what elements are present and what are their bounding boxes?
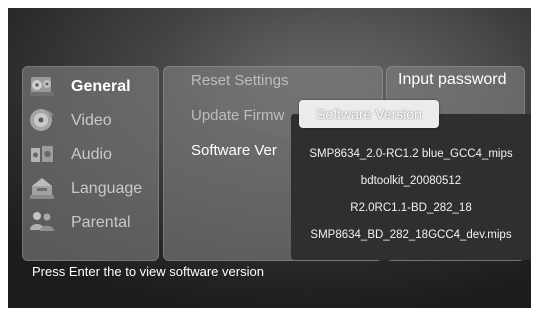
parental-users-icon — [28, 208, 56, 236]
video-disc-icon — [28, 106, 56, 134]
software-version-dialog: Software Version SMP8634_2.0-RC1.2 blue_… — [291, 100, 531, 260]
audio-speaker-icon — [28, 140, 56, 168]
film-reel-icon — [28, 72, 56, 100]
main-menu-panel: General Video Audio Language Parental — [22, 66, 159, 261]
menu-item-video[interactable]: Video — [22, 104, 159, 136]
menu-item-label: Video — [71, 112, 112, 129]
input-password-option[interactable]: Input password — [398, 71, 507, 89]
menu-item-label: Parental — [71, 214, 131, 231]
menu-item-general[interactable]: General — [22, 70, 159, 102]
tv-screen: General Video Audio Language Parental Re… — [8, 8, 531, 308]
version-line: R2.0RC1.1-BD_282_18 — [350, 202, 472, 214]
menu-item-label: General — [71, 78, 131, 95]
globe-language-icon — [28, 174, 56, 202]
submenu-item-update-firmware[interactable]: Update Firmw — [191, 107, 284, 124]
status-hint: Press Enter the to view software version — [32, 264, 264, 279]
dialog-title: Software Version — [316, 106, 422, 122]
version-line: SMP8634_2.0-RC1.2 blue_GCC4_mips — [309, 148, 513, 160]
menu-item-parental[interactable]: Parental — [22, 206, 159, 238]
menu-item-label: Language — [71, 180, 143, 197]
menu-item-audio[interactable]: Audio — [22, 138, 159, 170]
submenu-item-software-version[interactable]: Software Ver — [191, 142, 277, 159]
menu-item-label: Audio — [71, 146, 112, 163]
submenu-item-reset-settings[interactable]: Reset Settings — [191, 72, 289, 89]
version-line: SMP8634_BD_282_18GCC4_dev.mips — [310, 229, 512, 241]
menu-item-language[interactable]: Language — [22, 172, 159, 204]
version-line: bdtoolkit_20080512 — [360, 175, 462, 187]
dialog-title-bar: Software Version — [299, 100, 439, 128]
